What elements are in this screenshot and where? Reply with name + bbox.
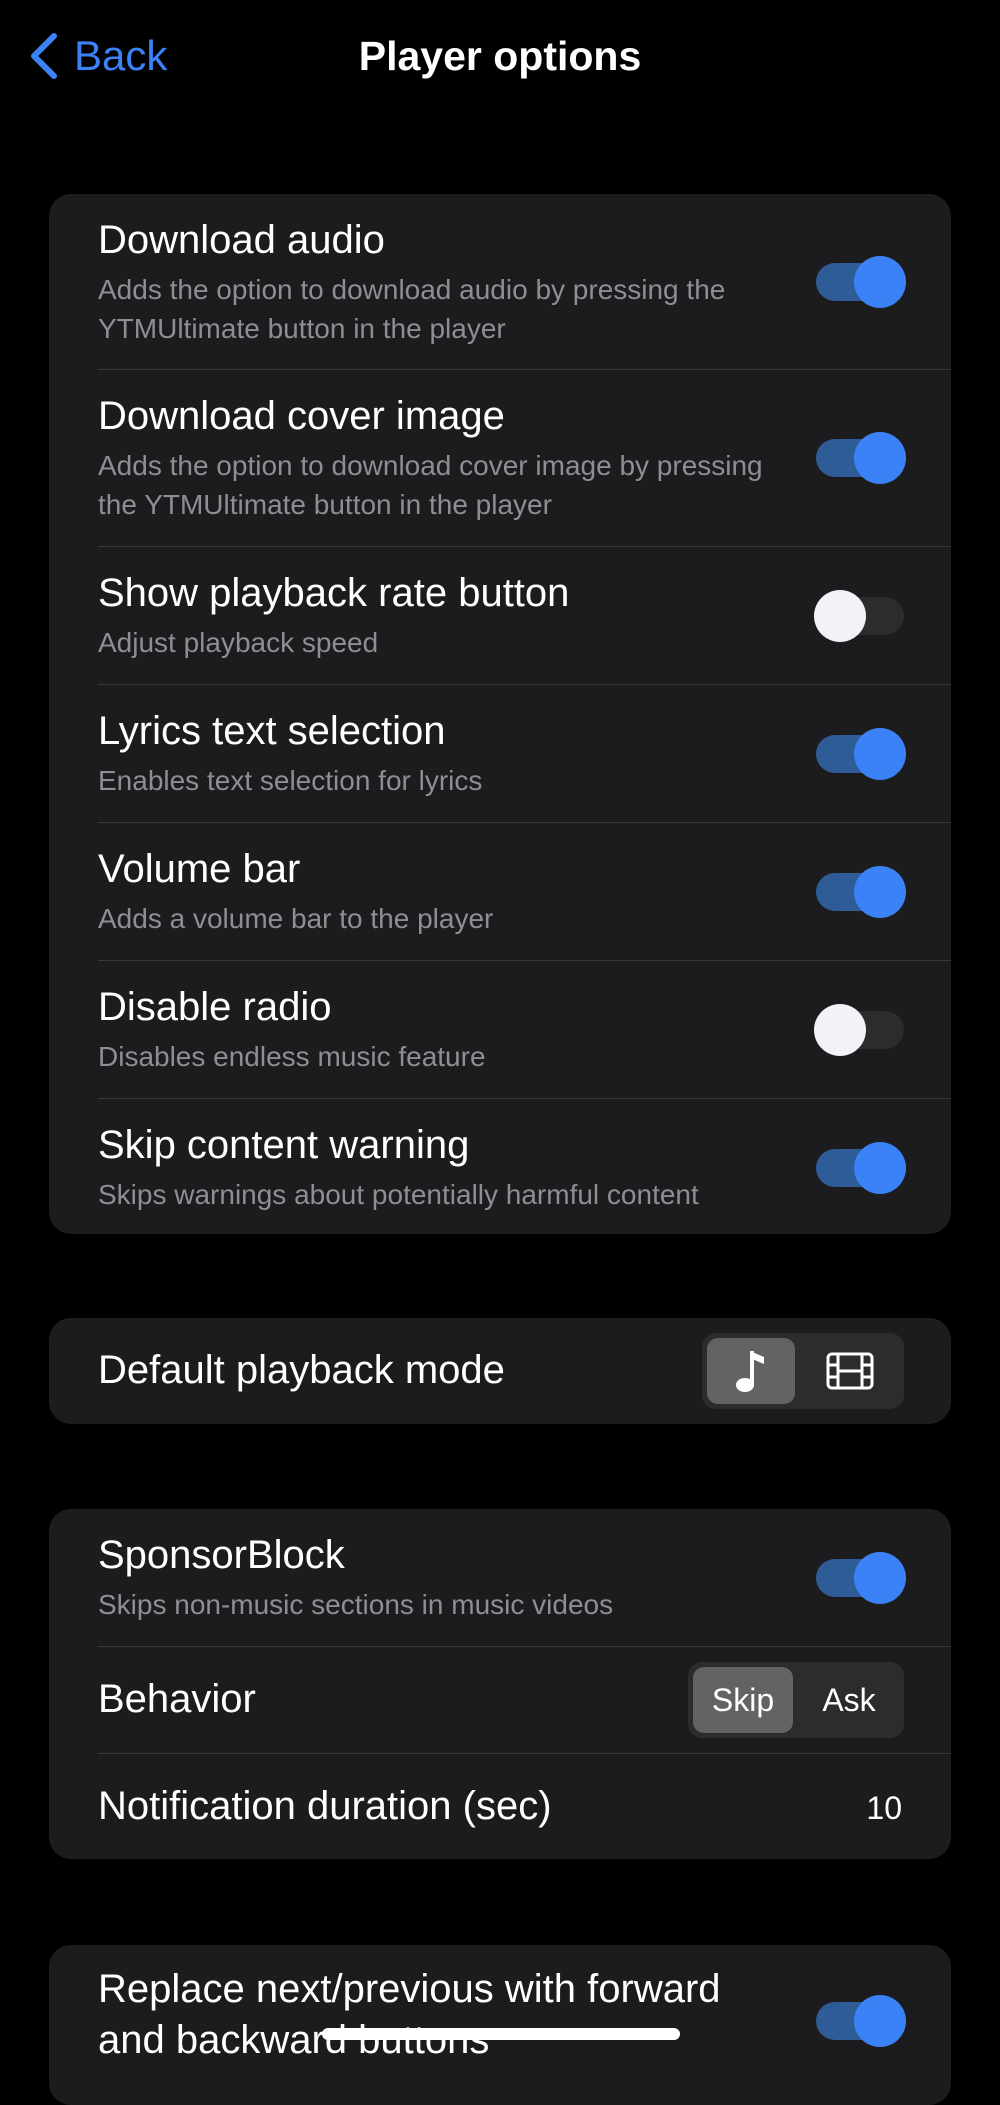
setting-subtitle: Adds the option to download audio by pre… (98, 274, 726, 344)
toggle-knob (854, 728, 906, 780)
navigation-bar: Back Player options (0, 0, 1000, 112)
toggle-knob (814, 590, 866, 642)
setting-title-line1: Replace next/previous with forward (98, 1967, 721, 2011)
setting-title: Behavior (98, 1677, 256, 1721)
setting-row-skip-warning: Skip content warning Skips warnings abou… (98, 1099, 951, 1234)
setting-title: Show playback rate button (98, 571, 570, 615)
setting-title: Skip content warning (98, 1123, 470, 1167)
setting-row-playback-mode: Default playback mode (98, 1318, 951, 1424)
setting-row-behavior: Behavior Skip Ask (98, 1647, 951, 1754)
setting-row-sponsorblock: SponsorBlock Skips non-music sections in… (98, 1509, 951, 1647)
behavior-skip-option[interactable]: Skip (693, 1667, 793, 1733)
setting-subtitle: Adds a volume bar to the player (98, 903, 494, 934)
setting-subtitle: Skips warnings about potentially harmful… (98, 1179, 699, 1210)
toggle-knob (854, 1142, 906, 1194)
notification-duration-value: 10 (866, 1790, 902, 1826)
setting-row-replace-next-previous: Replace next/previous with forward and b… (98, 1945, 951, 2105)
setting-subtitle: Adjust playback speed (98, 627, 379, 658)
setting-title: Default playback mode (98, 1348, 505, 1392)
setting-row-playback-rate: Show playback rate button Adjust playbac… (98, 547, 951, 685)
audio-mode-option[interactable] (707, 1338, 795, 1404)
lyrics-selection-toggle[interactable] (816, 728, 906, 780)
sponsorblock-group: SponsorBlock Skips non-music sections in… (49, 1509, 951, 1859)
toggle-knob (854, 866, 906, 918)
setting-title: Download audio (98, 218, 385, 262)
behavior-ask-option[interactable]: Ask (799, 1667, 899, 1733)
setting-title: Notification duration (sec) (98, 1784, 552, 1828)
setting-row-notification-duration[interactable]: Notification duration (sec) 10 (98, 1754, 951, 1859)
download-audio-toggle[interactable] (816, 256, 906, 308)
music-note-icon (736, 1351, 764, 1392)
setting-title: Lyrics text selection (98, 709, 446, 753)
setting-title: SponsorBlock (98, 1533, 345, 1577)
playback-rate-toggle[interactable] (814, 590, 904, 642)
setting-row-disable-radio: Disable radio Disables endless music fea… (98, 961, 951, 1099)
setting-row-download-cover: Download cover image Adds the option to … (98, 370, 951, 547)
replace-next-previous-toggle[interactable] (816, 1995, 906, 2047)
setting-subtitle: Adds the option to download cover image … (98, 450, 763, 520)
home-indicator[interactable] (322, 2028, 680, 2040)
film-icon (826, 1352, 874, 1390)
setting-row-lyrics-selection: Lyrics text selection Enables text selec… (98, 685, 951, 823)
setting-subtitle: Skips non-music sections in music videos (98, 1589, 614, 1620)
controls-group: Replace next/previous with forward and b… (49, 1945, 951, 2105)
toggle-knob (854, 1552, 906, 1604)
download-cover-toggle[interactable] (816, 432, 906, 484)
player-toggles-group: Download audio Adds the option to downlo… (49, 194, 951, 1234)
setting-title-line2: and backward buttons (98, 2018, 490, 2062)
skip-warning-toggle[interactable] (816, 1142, 906, 1194)
toggle-knob (854, 256, 906, 308)
setting-subtitle: Disables endless music feature (98, 1041, 486, 1072)
sponsorblock-toggle[interactable] (816, 1552, 906, 1604)
toggle-knob (854, 1995, 906, 2047)
disable-radio-toggle[interactable] (814, 1004, 904, 1056)
playback-mode-group: Default playback mode (49, 1318, 951, 1424)
video-mode-option[interactable] (801, 1338, 899, 1404)
playback-mode-segmented-control (702, 1333, 904, 1409)
behavior-segmented-control: Skip Ask (688, 1662, 904, 1738)
volume-bar-toggle[interactable] (816, 866, 906, 918)
setting-subtitle: Enables text selection for lyrics (98, 765, 483, 796)
setting-row-volume-bar: Volume bar Adds a volume bar to the play… (98, 823, 951, 961)
toggle-knob (814, 1004, 866, 1056)
setting-row-download-audio: Download audio Adds the option to downlo… (98, 194, 951, 370)
setting-title: Volume bar (98, 847, 301, 891)
toggle-knob (854, 432, 906, 484)
setting-title: Download cover image (98, 394, 505, 438)
page-title: Player options (358, 33, 642, 79)
setting-title: Disable radio (98, 985, 332, 1029)
